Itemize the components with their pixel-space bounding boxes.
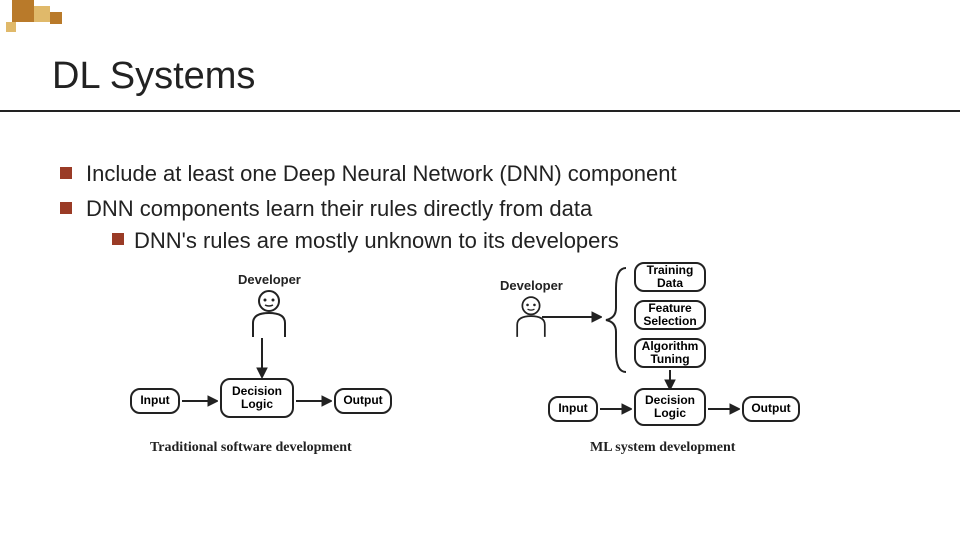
arrow-right-icon (600, 402, 632, 416)
developer-label: Developer (500, 278, 563, 293)
arrow-down-icon (256, 338, 268, 378)
developer-label: Developer (238, 272, 301, 287)
bullet-hollow-square-icon (112, 233, 124, 245)
bullet-list: Include at least one Deep Neural Network… (60, 160, 890, 262)
bullet-square-icon (60, 202, 72, 214)
box-decision-logic: Decision Logic (220, 378, 294, 418)
arrow-right-icon (182, 394, 218, 408)
arrow-right-icon (296, 394, 332, 408)
developer-figure: Developer (238, 272, 301, 339)
sub-bullet-text: DNN's rules are mostly unknown to its de… (134, 227, 619, 256)
box-input: Input (548, 396, 598, 422)
person-icon (247, 289, 291, 339)
diagram-caption: ML system development (590, 440, 735, 456)
bullet-item: DNN components learn their rules directl… (60, 195, 890, 256)
slide-title: DL Systems (52, 55, 255, 98)
diagram-area: Developer Input Decision Logic Output Tr… (130, 280, 830, 510)
arrow-right-icon (542, 310, 602, 324)
bullet-text: DNN components learn their rules directl… (86, 195, 619, 224)
box-training-data: Training Data (634, 262, 706, 292)
bullet-square-icon (60, 167, 72, 179)
title-underline (0, 110, 960, 112)
diagram-caption: Traditional software development (150, 440, 352, 456)
box-output: Output (742, 396, 800, 422)
bullet-text: Include at least one Deep Neural Network… (86, 160, 677, 189)
developer-figure: Developer (500, 278, 563, 339)
box-algorithm-tuning: Algorithm Tuning (634, 338, 706, 368)
arrow-right-icon (708, 402, 740, 416)
arrow-down-icon (664, 370, 676, 390)
box-decision-logic: Decision Logic (634, 388, 706, 426)
brace-icon (602, 264, 632, 376)
diagram-traditional: Developer Input Decision Logic Output Tr… (130, 280, 410, 510)
sub-bullet-item: DNN's rules are mostly unknown to its de… (112, 227, 619, 256)
box-output: Output (334, 388, 392, 414)
diagram-ml: Developer Training Data Feature Selectio… (450, 280, 830, 510)
box-feature-selection: Feature Selection (634, 300, 706, 330)
box-input: Input (130, 388, 180, 414)
bullet-item: Include at least one Deep Neural Network… (60, 160, 890, 189)
